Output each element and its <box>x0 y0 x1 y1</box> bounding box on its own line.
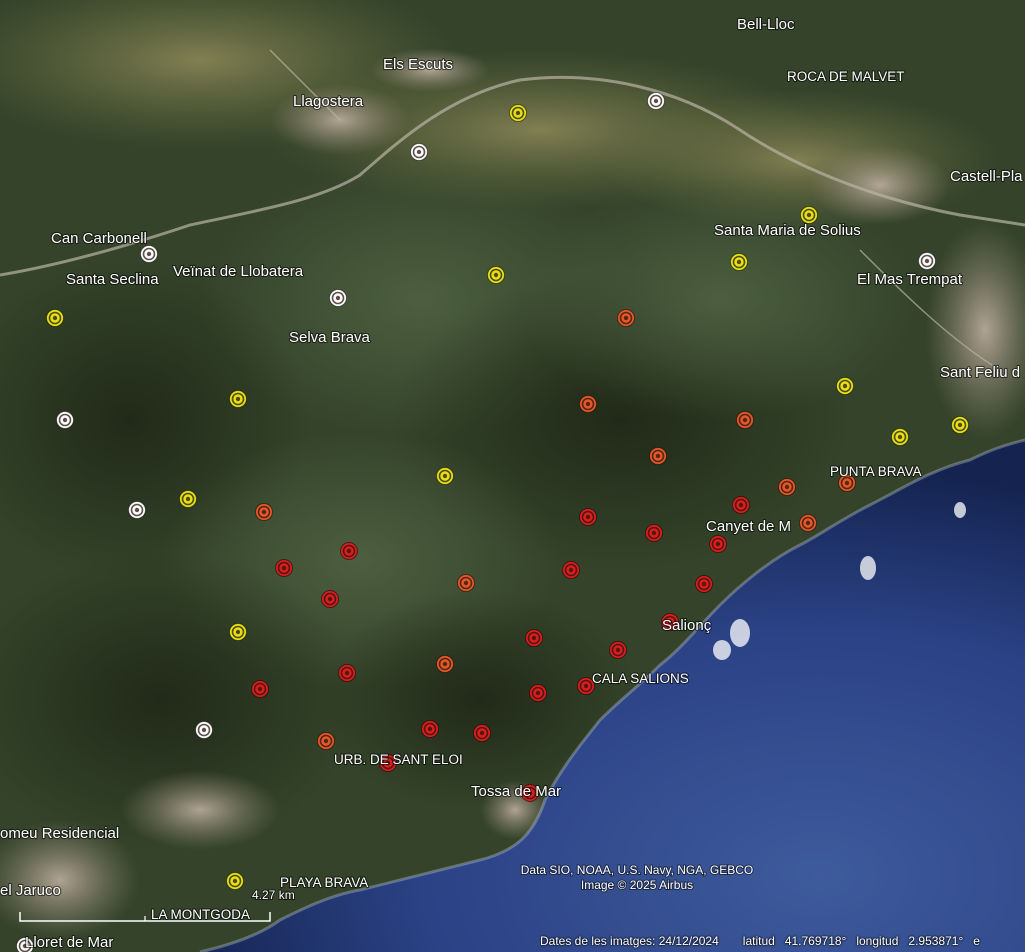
satellite-map[interactable]: Bell-Lloc Els Escuts ROCA DE MALVET Llagost… <box>0 0 1025 952</box>
place-label-canyet-de-mar: Canyet de M <box>706 518 791 535</box>
place-marker-orange[interactable] <box>255 503 273 521</box>
place-label-castell-platja: Castell-Pla <box>950 168 1023 185</box>
place-marker-yellow[interactable] <box>226 872 244 890</box>
longitude-value: 2.953871° <box>908 934 964 948</box>
place-marker-white[interactable] <box>918 252 936 270</box>
place-marker-red[interactable] <box>340 542 358 560</box>
place-label-la-montgoda: LA MONTGODA <box>151 907 250 922</box>
latitude-value: 41.769718° <box>784 934 847 948</box>
place-label-tossa-de-mar: Tossa de Mar <box>471 783 561 800</box>
place-marker-yellow[interactable] <box>487 266 505 284</box>
map-attribution-data: Data SIO, NOAA, U.S. Navy, NGA, GEBCO <box>521 863 754 877</box>
place-label-el-mas-trempat: El Mas Trempat <box>857 271 963 288</box>
place-marker-yellow[interactable] <box>229 390 247 408</box>
place-marker-red[interactable] <box>421 720 439 738</box>
place-marker-orange[interactable] <box>617 309 635 327</box>
longitude-label: longitud <box>856 934 899 948</box>
place-marker-red[interactable] <box>275 559 293 577</box>
place-marker-yellow[interactable] <box>891 428 909 446</box>
place-label-sant-feliu: Sant Feliu d <box>940 364 1020 381</box>
place-marker-red[interactable] <box>562 561 580 579</box>
place-marker-red[interactable] <box>525 629 543 647</box>
place-marker-orange[interactable] <box>649 447 667 465</box>
place-marker-red[interactable] <box>579 508 597 526</box>
place-marker-yellow[interactable] <box>46 309 64 327</box>
place-marker-yellow[interactable] <box>951 416 969 434</box>
imagery-date: Dates de les imatges: 24/12/2024 <box>540 934 719 948</box>
place-marker-orange[interactable] <box>579 395 597 413</box>
place-marker-yellow[interactable] <box>509 104 527 122</box>
place-label-el-jaruco: el Jaruco <box>0 882 61 899</box>
place-marker-white[interactable] <box>410 143 428 161</box>
place-marker-white[interactable] <box>195 721 213 739</box>
place-label-residencial: omeu Residencial <box>0 825 119 842</box>
status-bar: Dates de les imatges: 24/12/2024 latitud… <box>540 930 1025 952</box>
place-marker-orange[interactable] <box>457 574 475 592</box>
place-marker-white[interactable] <box>56 411 74 429</box>
place-marker-orange[interactable] <box>799 514 817 532</box>
place-marker-red[interactable] <box>645 524 663 542</box>
place-marker-yellow[interactable] <box>179 490 197 508</box>
place-label-els-escuts: Els Escuts <box>383 56 453 73</box>
place-label-bell-lloc: Bell-Lloc <box>737 16 795 33</box>
place-marker-yellow[interactable] <box>836 377 854 395</box>
place-marker-red[interactable] <box>609 641 627 659</box>
place-marker-orange[interactable] <box>736 411 754 429</box>
place-label-can-carbonell: Can Carbonell <box>51 230 147 247</box>
place-label-santa-seclina: Santa Seclina <box>66 271 159 288</box>
scale-bar-label: 4.27 km <box>252 888 295 902</box>
place-marker-yellow[interactable] <box>800 206 818 224</box>
place-label-urb-sant-eloi: URB. DE SANT ELOI <box>334 752 463 767</box>
place-label-llagostera: Llagostera <box>293 93 364 110</box>
place-label-cala-salions: CALA SALIONS <box>592 671 689 686</box>
place-marker-white[interactable] <box>329 289 347 307</box>
place-marker-red[interactable] <box>251 680 269 698</box>
place-marker-white[interactable] <box>128 501 146 519</box>
place-marker-red[interactable] <box>321 590 339 608</box>
place-marker-yellow[interactable] <box>436 467 454 485</box>
place-label-salionc: Salionç <box>662 617 712 634</box>
elevation-label: e <box>973 934 980 948</box>
place-label-lloret-de-mar: Lloret de Mar <box>25 934 113 951</box>
place-marker-orange[interactable] <box>436 655 454 673</box>
place-label-santa-maria-de-solius: Santa Maria de Solius <box>714 222 861 239</box>
place-marker-yellow[interactable] <box>730 253 748 271</box>
place-marker-yellow[interactable] <box>229 623 247 641</box>
latitude-label: latitud <box>742 934 775 948</box>
place-marker-white[interactable] <box>647 92 665 110</box>
place-marker-orange[interactable] <box>778 478 796 496</box>
place-marker-red[interactable] <box>709 535 727 553</box>
place-label-roca-de-malvet: ROCA DE MALVET <box>787 69 905 84</box>
place-label-veinat-de-llobatera: Veïnat de Llobatera <box>173 263 304 280</box>
place-marker-red[interactable] <box>695 575 713 593</box>
map-attribution-image: Image © 2025 Airbus <box>581 878 693 892</box>
place-marker-red[interactable] <box>338 664 356 682</box>
place-marker-white[interactable] <box>140 245 158 263</box>
place-marker-red[interactable] <box>732 496 750 514</box>
place-marker-red[interactable] <box>529 684 547 702</box>
place-marker-red[interactable] <box>473 724 491 742</box>
place-marker-orange[interactable] <box>317 732 335 750</box>
place-label-punta-brava: PUNTA BRAVA <box>830 464 922 479</box>
place-label-selva-brava: Selva Brava <box>289 329 371 346</box>
